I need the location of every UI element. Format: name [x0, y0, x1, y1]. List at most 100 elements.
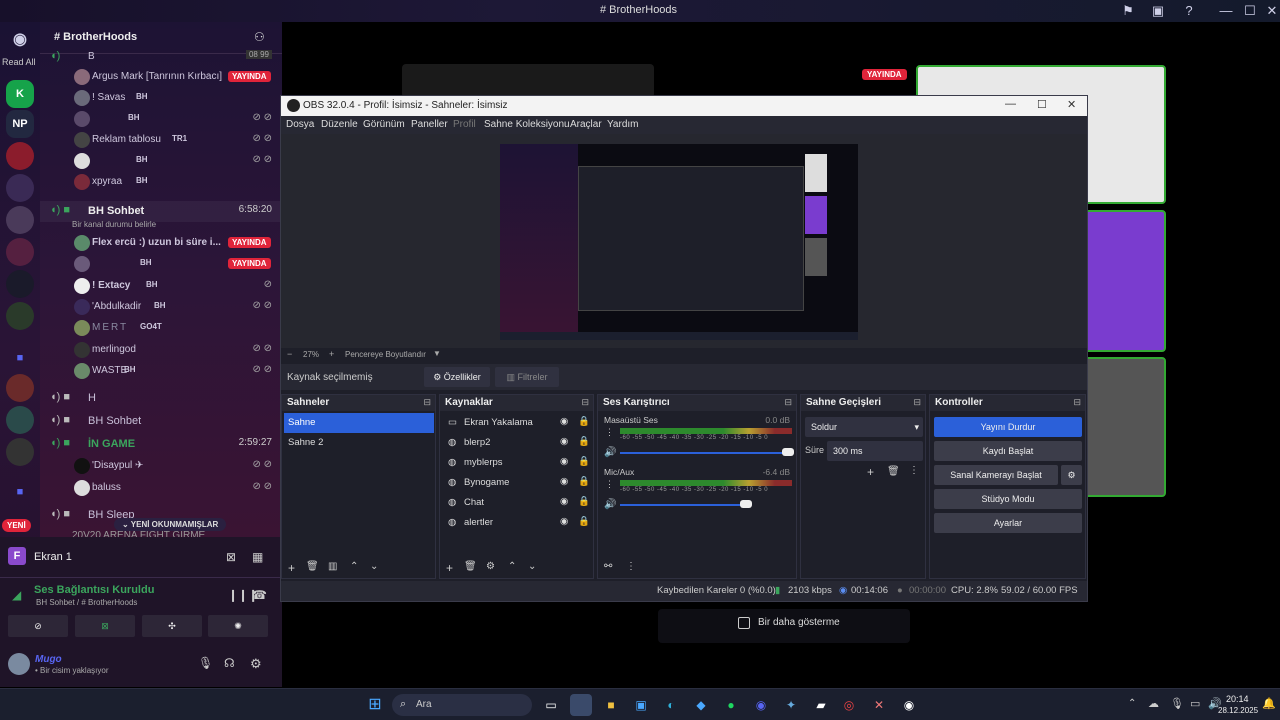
kebab-menu-icon[interactable]: ⋮: [909, 465, 919, 476]
user-row[interactable]: baluss ⊘ ⊘: [40, 478, 282, 499]
headphones-icon[interactable]: ☊: [224, 656, 235, 670]
stop-streaming-button[interactable]: Yayını Durdur: [934, 417, 1082, 437]
volume-slider[interactable]: [620, 452, 788, 454]
voice-channel-in-game[interactable]: ◖) ■ İN GAME 2:59:27: [40, 434, 282, 455]
menu-scene-collection[interactable]: Sahne Koleksiyonu: [484, 119, 570, 130]
lock-icon[interactable]: 🔒: [578, 496, 590, 507]
read-all-label[interactable]: Read All: [2, 57, 36, 67]
voice-channel-link[interactable]: BH Sohbet / # BrotherHoods: [36, 598, 137, 607]
server-icon[interactable]: [6, 302, 34, 330]
transition-select[interactable]: Soldur ▾: [805, 417, 923, 437]
arrow-up-icon[interactable]: ⌃: [508, 561, 516, 572]
speaker-icon[interactable]: 🔊: [604, 447, 616, 458]
user-row[interactable]: Flex ercü :) uzun bi süre i... YAYINDA: [40, 233, 282, 254]
channel-status[interactable]: Bir kanal durumu belirle: [72, 220, 156, 229]
link-icon[interactable]: ⚯: [604, 561, 612, 572]
source-item[interactable]: ◍ blerp2 ◉ 🔒: [444, 433, 594, 453]
trash-icon[interactable]: 🗑: [306, 561, 319, 572]
server-icon[interactable]: [6, 238, 34, 266]
voice-channel[interactable]: ◖) B 08 99: [40, 47, 282, 68]
scene-item[interactable]: Sahne 2: [284, 433, 434, 453]
avatar[interactable]: [8, 653, 30, 675]
user-row[interactable]: ! Extacy BH ⊘: [40, 276, 282, 297]
add-icon[interactable]: +: [867, 465, 874, 479]
properties-button[interactable]: ⚙ Özellikler: [424, 367, 490, 387]
zoom-in-icon[interactable]: +: [329, 349, 334, 359]
stream-settings-icon[interactable]: ▦: [252, 550, 263, 564]
eye-icon[interactable]: ◉: [560, 516, 568, 527]
user-row[interactable]: BH YAYINDA: [40, 254, 282, 275]
eye-icon[interactable]: ◉: [560, 416, 568, 427]
dock-menu-icon[interactable]: ⊟: [581, 397, 589, 408]
store-icon[interactable]: ▣: [630, 694, 652, 716]
lock-icon[interactable]: 🔒: [578, 436, 590, 447]
soundboard-button[interactable]: ✺: [208, 615, 268, 637]
volume-handle[interactable]: [782, 448, 794, 456]
maximize-icon[interactable]: ☐: [1037, 98, 1047, 111]
capcut-icon[interactable]: ▰: [810, 694, 832, 716]
server-icon[interactable]: [6, 374, 34, 402]
close-icon[interactable]: ✕: [1067, 98, 1076, 111]
voice-channel-h[interactable]: ◖) ■ H: [40, 388, 282, 409]
activities-button[interactable]: ✣: [142, 615, 202, 637]
app-icon[interactable]: ✕: [868, 694, 890, 716]
start-icon[interactable]: ⊞: [364, 694, 386, 716]
file-explorer-icon[interactable]: ■: [600, 694, 622, 716]
user-row[interactable]: Reklam tablosu TR1 ⊘ ⊘: [40, 130, 282, 151]
screen-share-button[interactable]: ⊠: [75, 615, 135, 637]
arrow-down-icon[interactable]: ⌄: [528, 561, 536, 572]
microphone-icon[interactable]: 🎙: [198, 656, 213, 670]
channel-name[interactable]: 20V20 ARENA FIGHT GIRME: [72, 530, 205, 537]
volume-handle[interactable]: [740, 500, 752, 508]
user-name[interactable]: Mugo: [35, 654, 62, 665]
source-item[interactable]: ◍ alertler ◉ 🔒: [444, 513, 594, 533]
gear-icon[interactable]: ⚙: [486, 561, 495, 572]
help-icon[interactable]: ?: [1181, 3, 1197, 19]
speaker-icon[interactable]: 🔊: [604, 499, 616, 510]
source-item[interactable]: ◍ Bynogame ◉ 🔒: [444, 473, 594, 493]
user-row[interactable]: xpyraa BH: [40, 172, 282, 193]
voice-status[interactable]: Ses Bağlantısı Kuruldu: [34, 584, 154, 596]
eye-icon[interactable]: ◉: [560, 456, 568, 467]
user-row[interactable]: Argus Mark [Tanrının Kırbacı] YAYINDA: [40, 67, 282, 88]
arrow-up-icon[interactable]: ⌃: [350, 561, 358, 572]
chevron-up-icon[interactable]: ⌃: [1128, 698, 1136, 709]
menu-tools[interactable]: Araçlar: [570, 119, 602, 130]
maximize-icon[interactable]: ☐: [1242, 3, 1258, 19]
app-icon[interactable]: [570, 694, 592, 716]
clock-date[interactable]: 28.12.2025: [1218, 706, 1258, 715]
video-off-button[interactable]: ⊘: [8, 615, 68, 637]
filter-icon[interactable]: ▥: [328, 561, 337, 572]
volume-slider[interactable]: [620, 504, 746, 506]
user-row[interactable]: BH ⊘ ⊘: [40, 109, 282, 130]
search-box[interactable]: ⌕ Ara: [392, 694, 532, 716]
monitor-icon[interactable]: ▣: [1150, 3, 1166, 19]
cloud-icon[interactable]: ☁: [1148, 697, 1159, 710]
dont-show-checkbox[interactable]: [738, 617, 750, 629]
lock-icon[interactable]: 🔒: [578, 416, 590, 427]
network-icon[interactable]: ▭: [1190, 697, 1200, 710]
fit-window[interactable]: Pencereye Boyutlandır: [345, 350, 426, 359]
start-virtual-camera-button[interactable]: Sanal Kamerayı Başlat: [934, 465, 1058, 485]
arrow-down-icon[interactable]: ⌄: [370, 561, 378, 572]
eye-icon[interactable]: ◉: [560, 476, 568, 487]
user-row[interactable]: merlingod ⊘ ⊘: [40, 340, 282, 361]
microphone-icon[interactable]: 🎙: [1170, 697, 1184, 710]
app-icon[interactable]: ✦: [780, 694, 802, 716]
menu-help[interactable]: Yardım: [607, 119, 639, 130]
discord-logo-icon[interactable]: ◉: [6, 26, 34, 54]
spotify-icon[interactable]: ●: [720, 694, 742, 716]
close-icon[interactable]: ✕: [1264, 3, 1280, 19]
notification-icon[interactable]: 🔔: [1262, 697, 1276, 710]
menu-profile[interactable]: Profil: [453, 119, 476, 130]
server-k-icon[interactable]: K: [6, 80, 34, 108]
duration-field[interactable]: 300 ms: [827, 441, 923, 461]
menu-edit[interactable]: Düzenle: [321, 119, 358, 130]
eye-icon[interactable]: ◉: [560, 436, 568, 447]
discord-icon[interactable]: ◉: [750, 694, 772, 716]
voice-channel-bh-sohbet-2[interactable]: ◖) ■ BH Sohbet: [40, 411, 282, 432]
filters-button[interactable]: ▥ Filtreler: [495, 367, 559, 387]
folder-icon[interactable]: ■: [6, 344, 34, 372]
user-row[interactable]: 'Abdulkadir BH ⊘ ⊘: [40, 297, 282, 318]
studio-mode-button[interactable]: Stüdyo Modu: [934, 489, 1082, 509]
